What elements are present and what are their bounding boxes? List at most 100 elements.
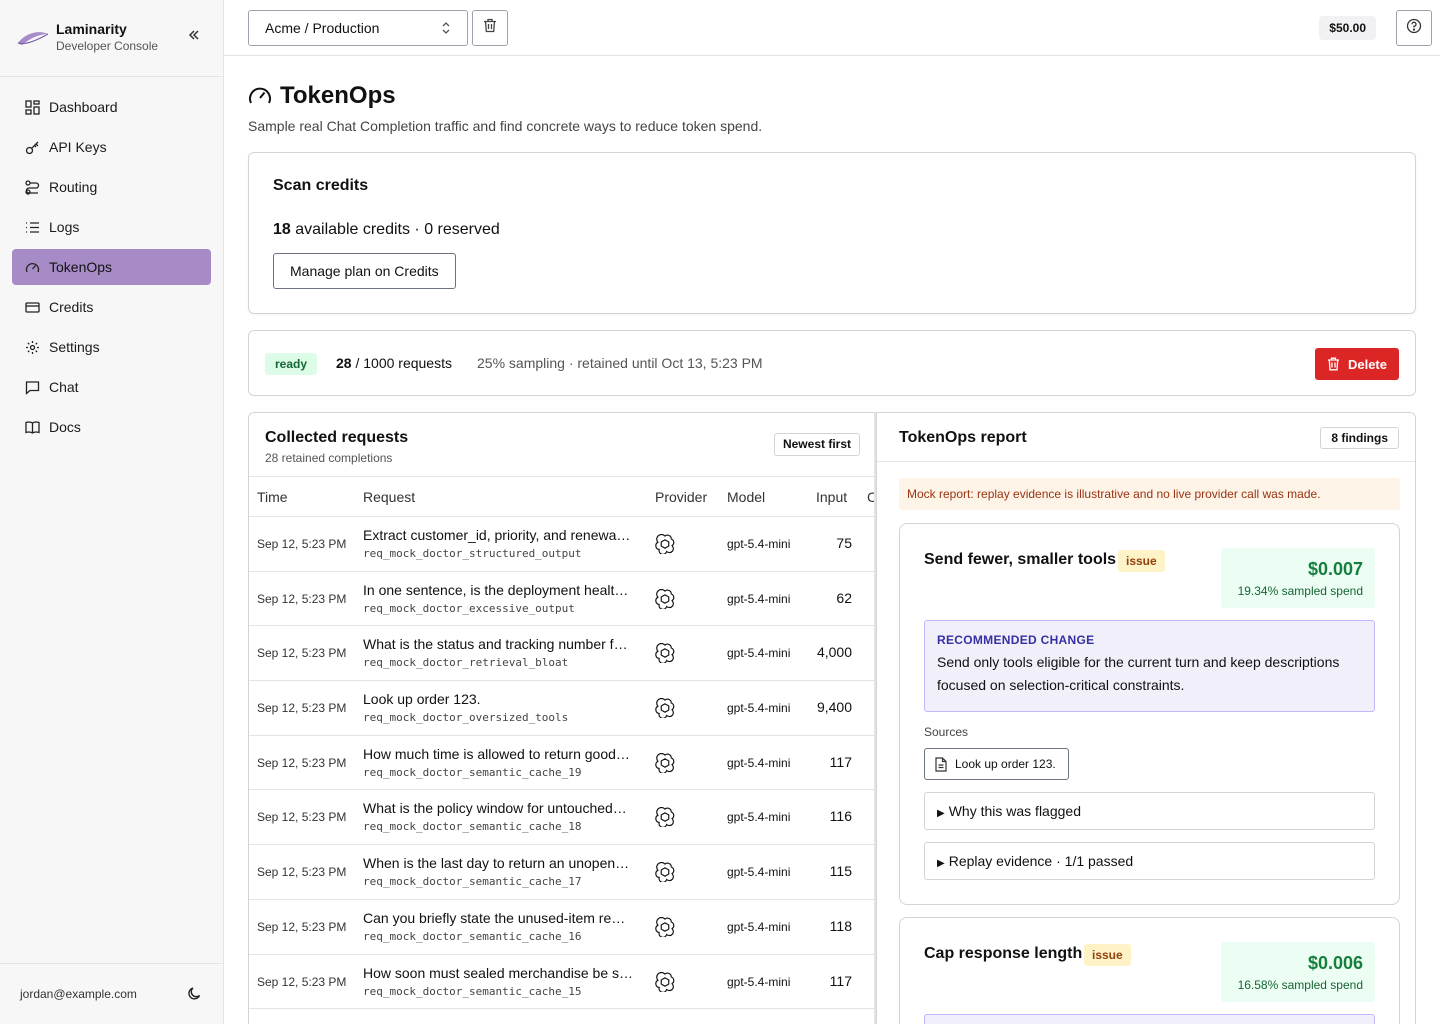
finding-card: Cap response length issue $0.006 16.58% …: [899, 917, 1400, 1024]
row-model: gpt-5.4-mini: [727, 591, 791, 606]
sidebar-item-label: Routing: [49, 179, 98, 195]
replay-evidence-disclosure[interactable]: ▶ Replay evidence · 1/1 passed: [924, 842, 1375, 880]
row-input-tokens: 115: [829, 863, 852, 880]
sidebar-item-api-keys[interactable]: API Keys: [12, 129, 211, 165]
sidebar-footer: jordan@example.com: [0, 963, 224, 1024]
trash-icon: [483, 18, 497, 38]
column-header-model[interactable]: Model: [727, 489, 765, 505]
chevron-up-down-icon: [441, 20, 451, 39]
row-request: How soon must sealed merchandise be s… re…: [363, 965, 641, 998]
credits-summary: 18 available credits · 0 reserved: [273, 221, 500, 239]
delete-label: Delete: [1347, 356, 1387, 372]
recommended-change-label: RECOMMENDED CHANGE: [937, 633, 1095, 647]
table-row[interactable]: Sep 12, 5:23 PM What is the status and tr…: [249, 626, 876, 682]
row-model: gpt-5.4-mini: [727, 537, 791, 551]
sidebar-item-label: Credits: [49, 299, 94, 315]
sidebar-item-dashboard[interactable]: Dashboard: [12, 89, 211, 125]
column-header-input[interactable]: Input: [816, 489, 847, 505]
table-body: Sep 12, 5:23 PM Extract customer_id, prio…: [249, 517, 876, 1010]
gear-icon: [24, 339, 40, 355]
why-flagged-disclosure[interactable]: ▶ Why this was flagged: [924, 792, 1375, 830]
issue-badge: issue: [1084, 944, 1131, 966]
sidebar-item-docs[interactable]: Docs: [12, 409, 211, 445]
savings-amount: $0.007: [1307, 559, 1363, 579]
collected-requests-panel: Collected requests 28 retained completio…: [248, 412, 876, 1024]
table-row[interactable]: Sep 12, 5:23 PM Can you briefly state the…: [249, 900, 876, 955]
recommended-change: [924, 1014, 1375, 1024]
help-button[interactable]: [1396, 10, 1432, 46]
topbar: Acme / Production $50.00: [224, 0, 1440, 56]
collapse-sidebar-icon[interactable]: [187, 28, 201, 47]
row-request-text: How much time is allowed to return good…: [363, 745, 630, 762]
manage-plan-button[interactable]: Manage plan on Credits: [273, 253, 456, 289]
sidebar-item-label: API Keys: [49, 139, 107, 155]
row-request-id: req_mock_doctor_structured_output: [363, 547, 582, 560]
row-model: gpt-5.4-mini: [727, 810, 791, 825]
row-request: What is the policy window for untouched……: [363, 800, 641, 833]
gauge-icon: [248, 85, 272, 107]
sidebar: Laminarity Developer Console Dashboard A…: [0, 0, 224, 1024]
balance-badge: $50.00: [1319, 16, 1376, 40]
delete-workspace-button[interactable]: [472, 10, 508, 46]
row-request: When is the last day to return an unopen…: [363, 855, 641, 888]
report-header: TokenOps report 8 findings: [877, 413, 1415, 462]
finding-title: Send fewer, smaller tools: [924, 551, 1117, 568]
row-request-text: How soon must sealed merchandise be s…: [363, 964, 634, 981]
column-header-time[interactable]: Time: [257, 489, 288, 505]
table-row[interactable]: Sep 12, 5:23 PM Extract customer_id, prio…: [249, 517, 876, 572]
row-request-text: Can you briefly state the unused-item re…: [363, 909, 626, 926]
chat-icon: [24, 379, 40, 395]
table-row[interactable]: Sep 12, 5:23 PM Look up order 123. req_moc…: [249, 681, 876, 736]
table-header: Time Request Provider Model Input C: [249, 477, 876, 517]
openai-provider-icon: [655, 533, 677, 556]
row-input-tokens: 9,400: [816, 699, 852, 716]
row-request-id: req_mock_doctor_semantic_cache_17: [363, 875, 582, 889]
table-row[interactable]: Sep 12, 5:23 PM How soon must sealed merc…: [249, 955, 876, 1010]
dashboard-icon: [24, 99, 40, 115]
workspace-select[interactable]: Acme / Production: [248, 10, 468, 46]
tokenops-report-panel: TokenOps report 8 findings Mock report: …: [876, 412, 1416, 1024]
requests-subtitle: 28 retained completions: [265, 451, 393, 465]
requests-title: Collected requests: [265, 429, 409, 446]
sidebar-item-logs[interactable]: Logs: [12, 209, 211, 245]
table-row[interactable]: Sep 12, 5:23 PM How much time is allowed …: [249, 736, 876, 791]
sampling-meta: 25% sampling · retained until Oct 13, 5:…: [477, 355, 763, 371]
replay-evidence-label: Replay evidence · 1/1 passed: [948, 853, 1134, 869]
disclosure-triangle-icon: ▶: [937, 858, 945, 869]
source-link[interactable]: Look up order 123.: [924, 748, 1069, 780]
theme-toggle-moon-icon[interactable]: [187, 986, 202, 1004]
routing-icon: [24, 179, 40, 195]
sources-label: Sources: [924, 725, 969, 739]
sidebar-item-settings[interactable]: Settings: [12, 329, 211, 365]
row-request: Can you briefly state the unused-item re…: [363, 910, 641, 943]
table-row[interactable]: Sep 12, 5:23 PM When is the last day to r…: [249, 845, 876, 900]
row-time: Sep 12, 5:23 PM: [257, 591, 347, 606]
row-time: Sep 12, 5:23 PM: [257, 865, 347, 880]
column-header-request[interactable]: Request: [363, 489, 415, 505]
row-time: Sep 12, 5:23 PM: [257, 919, 347, 934]
table-row[interactable]: Sep 12, 5:23 PM What is the policy window…: [249, 790, 876, 846]
findings-count-badge: 8 findings: [1320, 427, 1399, 449]
sort-button[interactable]: Newest first: [773, 433, 860, 456]
row-input-tokens: 116: [829, 808, 852, 825]
sidebar-item-chat[interactable]: Chat: [12, 369, 211, 405]
key-icon: [24, 139, 40, 155]
delete-scan-button[interactable]: Delete: [1314, 348, 1399, 380]
sidebar-item-tokenops[interactable]: TokenOps: [12, 249, 211, 285]
column-header-provider[interactable]: Provider: [655, 489, 707, 505]
openai-provider-icon: [655, 588, 677, 611]
laminarity-logo-icon: [17, 32, 49, 45]
recommended-change: RECOMMENDED CHANGE Send only tools eligi…: [924, 620, 1375, 712]
page-title-text: TokenOps: [280, 82, 396, 109]
row-request-text: In one sentence, is the deployment healt…: [363, 581, 629, 598]
table-row[interactable]: Sep 12, 5:23 PM In one sentence, is the d…: [249, 572, 876, 627]
row-request-text: Look up order 123.: [363, 691, 481, 708]
sidebar-item-routing[interactable]: Routing: [12, 169, 211, 205]
sidebar-item-label: Docs: [49, 419, 81, 435]
request-count-total: / 1000 requests: [351, 355, 452, 371]
credit-card-icon: [24, 299, 40, 315]
sidebar-item-credits[interactable]: Credits: [12, 289, 211, 325]
row-time: Sep 12, 5:23 PM: [257, 646, 347, 661]
row-request-id: req_mock_doctor_excessive_output: [363, 601, 575, 615]
row-request-id: req_mock_doctor_semantic_cache_16: [363, 929, 582, 943]
